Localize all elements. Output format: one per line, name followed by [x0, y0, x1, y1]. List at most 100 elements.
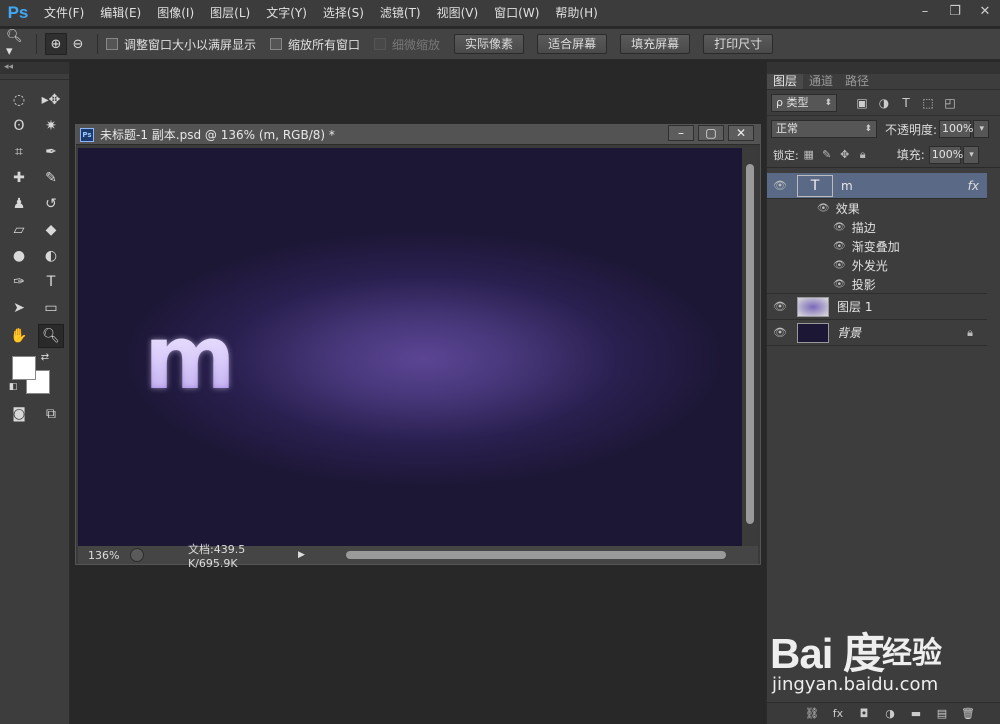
menu-file[interactable]: 文件(F): [36, 0, 92, 26]
lock-position-icon[interactable]: ✥: [837, 148, 853, 161]
zoom-level[interactable]: 136%: [78, 549, 130, 562]
type-filter-icon[interactable]: T: [895, 96, 917, 110]
crop-tool-icon[interactable]: ⌗: [6, 140, 32, 164]
share-icon[interactable]: [130, 548, 144, 562]
horizontal-scroll-thumb[interactable]: [346, 551, 726, 559]
visibility-eye-icon[interactable]: 👁︎: [833, 241, 846, 252]
tab-channels[interactable]: 通道: [803, 74, 839, 89]
zoom-tool-preset-icon[interactable]: 🔍︎▾: [6, 29, 28, 59]
path-selection-icon[interactable]: ➤: [6, 296, 32, 320]
vertical-scrollbar[interactable]: [743, 148, 757, 546]
rectangle-tool-icon[interactable]: ▭: [38, 296, 64, 320]
add-style-icon[interactable]: fx: [825, 707, 851, 720]
eyedropper-icon[interactable]: ✒: [38, 140, 64, 164]
effect-row-gradient-overlay[interactable]: 👁︎ 渐变叠加: [767, 237, 987, 256]
effects-group-row[interactable]: 👁︎ 效果: [767, 199, 987, 218]
layer-name[interactable]: 背景: [837, 324, 861, 341]
opacity-dropdown[interactable]: ▾: [973, 120, 990, 138]
fit-window-checkbox[interactable]: 调整窗口大小以满屏显示: [106, 36, 256, 53]
pixel-filter-icon[interactable]: ▣: [851, 96, 873, 110]
filter-kind-select[interactable]: ρ 类型 ⬍: [771, 93, 837, 112]
visibility-eye-icon[interactable]: 👁︎: [833, 260, 846, 271]
effect-row-outer-glow[interactable]: 👁︎ 外发光: [767, 256, 987, 275]
hand-tool-icon[interactable]: ✋: [6, 324, 32, 348]
zoom-in-icon[interactable]: ⊕: [45, 33, 67, 55]
paint-bucket-icon[interactable]: ◆: [38, 218, 64, 242]
menu-select[interactable]: 选择(S): [315, 0, 372, 26]
brush-tool-icon[interactable]: ✎: [38, 166, 64, 190]
eraser-tool-icon[interactable]: ▱: [6, 218, 32, 242]
menu-layer[interactable]: 图层(L): [202, 0, 258, 26]
blend-mode-select[interactable]: 正常 ⬍: [771, 120, 877, 138]
doc-close-button[interactable]: ✕: [728, 125, 754, 141]
marquee-tool-icon[interactable]: ◌: [6, 88, 32, 112]
new-layer-icon[interactable]: ▤: [929, 707, 955, 720]
doc-maximize-button[interactable]: ▢: [698, 125, 724, 141]
menu-edit[interactable]: 编辑(E): [92, 0, 149, 26]
document-title-bar[interactable]: Ps 未标题-1 副本.psd @ 136% (m, RGB/8) * – ▢ …: [76, 125, 760, 145]
visibility-eye-icon[interactable]: 👁︎: [817, 203, 830, 214]
image-canvas[interactable]: m: [78, 148, 742, 546]
restore-button[interactable]: ❐: [940, 0, 970, 22]
layer-name[interactable]: 图层 1: [837, 298, 872, 315]
default-colors-icon[interactable]: ◧: [6, 380, 20, 394]
lock-transparent-icon[interactable]: ▦: [801, 148, 817, 161]
menu-filter[interactable]: 滤镜(T): [372, 0, 429, 26]
add-mask-icon[interactable]: ◘: [851, 707, 877, 720]
visibility-eye-icon[interactable]: 👁︎: [767, 300, 793, 313]
delete-layer-icon[interactable]: 🗑︎: [955, 707, 981, 720]
ps-logo[interactable]: Ps: [0, 0, 36, 26]
lock-image-icon[interactable]: ✎: [819, 148, 835, 161]
menu-help[interactable]: 帮助(H): [547, 0, 605, 26]
menu-window[interactable]: 窗口(W): [486, 0, 547, 26]
healing-brush-icon[interactable]: ✚: [6, 166, 32, 190]
zoom-tool-icon[interactable]: 🔍︎: [38, 324, 64, 348]
adjustment-layer-icon[interactable]: ◑: [877, 707, 903, 720]
layer-row-background[interactable]: 👁︎ 背景 🔒︎: [767, 320, 987, 346]
zoom-out-icon[interactable]: ⊖: [67, 33, 89, 55]
effect-row-drop-shadow[interactable]: 👁︎ 投影: [767, 275, 987, 294]
visibility-eye-icon[interactable]: 👁︎: [767, 326, 793, 339]
checkbox-box[interactable]: [374, 38, 387, 50]
scrubby-zoom-checkbox[interactable]: 细微缩放: [374, 36, 440, 53]
visibility-eye-icon[interactable]: 👁︎: [833, 279, 846, 290]
lasso-tool-icon[interactable]: ʘ: [6, 114, 32, 138]
print-size-button[interactable]: 打印尺寸: [703, 34, 774, 54]
effect-row-stroke[interactable]: 👁︎ 描边: [767, 218, 987, 237]
fill-input[interactable]: 100%: [928, 145, 963, 164]
fill-dropdown[interactable]: ▾: [962, 145, 979, 164]
quick-mask-icon[interactable]: ◙: [6, 402, 32, 426]
layer-name[interactable]: m: [841, 179, 853, 193]
shape-filter-icon[interactable]: ⬚: [917, 96, 939, 110]
foreground-color-swatch[interactable]: [12, 356, 36, 380]
history-brush-icon[interactable]: ↺: [38, 192, 64, 216]
magic-wand-icon[interactable]: ✷: [38, 114, 64, 138]
layer-row-m[interactable]: 👁︎ T m fx: [767, 173, 987, 199]
type-tool-icon[interactable]: T: [38, 270, 64, 294]
layer-row-layer1[interactable]: 👁︎ 图层 1: [767, 294, 987, 320]
lock-all-icon[interactable]: 🔒︎: [855, 148, 871, 162]
fx-badge[interactable]: fx: [968, 179, 979, 193]
pen-tool-icon[interactable]: ✑: [6, 270, 32, 294]
adjustment-filter-icon[interactable]: ◑: [873, 96, 895, 110]
tools-panel-grip[interactable]: [0, 74, 69, 80]
actual-pixels-button[interactable]: 实际像素: [454, 34, 525, 54]
tab-paths[interactable]: 路径: [839, 74, 875, 89]
visibility-eye-icon[interactable]: 👁︎: [833, 222, 846, 233]
move-tool-icon[interactable]: ▸✥: [38, 88, 64, 112]
dodge-tool-icon[interactable]: ◐: [38, 244, 64, 268]
minimize-button[interactable]: –: [910, 0, 940, 22]
menu-view[interactable]: 视图(V): [429, 0, 487, 26]
menu-type[interactable]: 文字(Y): [258, 0, 315, 26]
panel-header-bar[interactable]: [767, 62, 1000, 74]
checkbox-box[interactable]: [106, 38, 118, 50]
fit-screen-button[interactable]: 适合屏幕: [537, 34, 608, 54]
smart-object-filter-icon[interactable]: ◰: [939, 96, 961, 110]
blur-tool-icon[interactable]: ●: [6, 244, 32, 268]
tools-panel-collapse[interactable]: ◂◂: [0, 62, 69, 74]
zoom-all-checkbox[interactable]: 缩放所有窗口: [270, 36, 360, 53]
menu-image[interactable]: 图像(I): [149, 0, 202, 26]
close-button[interactable]: ✕: [970, 0, 1000, 22]
horizontal-scrollbar[interactable]: [334, 549, 730, 561]
tab-layers[interactable]: 图层: [767, 74, 804, 89]
